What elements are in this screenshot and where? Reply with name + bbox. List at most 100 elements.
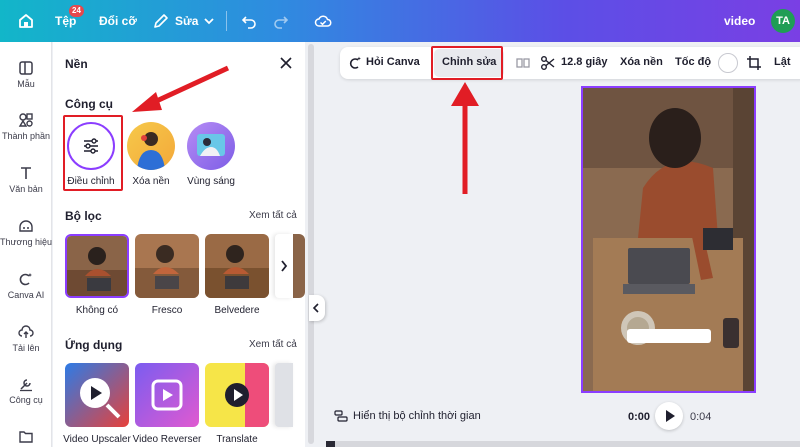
rail-item-elements[interactable]: Thành phần [0, 112, 52, 141]
brand-icon [19, 220, 33, 232]
rail-label: Thương hiệu [0, 237, 52, 247]
left-rail: Mẫu Thành phần Văn bản Thương hiệu Canva… [0, 42, 52, 447]
rail-label: Thành phần [1, 131, 51, 141]
apps-next-thumb [275, 363, 293, 427]
tool-highlight-thumb [187, 122, 235, 170]
filter-thumbnail [205, 234, 269, 298]
rail-item-canva-ai[interactable]: Canva AI [0, 271, 52, 300]
app-video-reverser[interactable] [135, 363, 199, 427]
highlight-box-edit [431, 46, 503, 80]
close-icon[interactable] [279, 56, 293, 70]
color-swatch[interactable] [718, 53, 738, 73]
elements-icon [18, 113, 33, 127]
filter-label: Không có [75, 305, 119, 316]
rail-label: Tải lên [12, 343, 40, 353]
highlight-box-adjust [63, 115, 123, 191]
app-label: Video Upscaler [63, 434, 131, 445]
upload-icon [18, 325, 34, 338]
pencil-icon [154, 14, 168, 28]
redo-icon[interactable] [272, 12, 290, 30]
person-photo-icon [137, 132, 165, 170]
video-reverser-thumbnail [135, 363, 199, 427]
video-canvas[interactable] [581, 86, 756, 393]
annotation-arrow-icon [451, 82, 479, 194]
tool-remove-bg-thumb [127, 122, 175, 170]
project-title[interactable]: video [724, 14, 755, 28]
filters-section-title: Bộ lọc [65, 209, 102, 223]
cloud-saved-icon[interactable] [314, 12, 332, 30]
filters-scroll-right-button[interactable] [275, 234, 293, 298]
context-toolbar: Hỏi Canva Chỉnh sửa 12.8 giây Xóa nền Tố… [340, 47, 800, 79]
collapse-panel-button[interactable] [309, 295, 325, 321]
play-button[interactable] [655, 402, 683, 430]
translate-thumbnail [205, 363, 269, 427]
tools-icon [20, 379, 32, 392]
filter-none[interactable] [65, 234, 129, 298]
canva-ai-icon [19, 273, 32, 286]
tool-label: Xóa nền [132, 176, 170, 187]
speed-button[interactable]: Tốc độ [675, 56, 711, 68]
filter-thumbnail [135, 234, 199, 298]
rail-item-tools[interactable]: Công cụ [0, 376, 52, 405]
app-label: Video Reverser [132, 434, 202, 445]
rail-item-projects[interactable] [0, 428, 52, 444]
filter-thumbnail [67, 236, 127, 296]
rail-item-templates[interactable]: Mẫu [0, 60, 52, 89]
video-upscaler-thumbnail [65, 363, 129, 427]
folder-icon [19, 431, 33, 443]
total-time: 0:04 [690, 411, 712, 423]
apps-see-all-link[interactable]: Xem tất cả [249, 339, 297, 350]
apps-section-title: Ứng dụng [65, 338, 123, 352]
text-icon [21, 167, 31, 179]
resize-menu[interactable]: Đổi cỡ [99, 14, 137, 28]
playback-progress-fill [326, 441, 336, 447]
highlight-photo-icon [197, 134, 225, 156]
rail-label: Mẫu [17, 79, 35, 89]
chevron-left-icon [312, 303, 319, 313]
canva-ai-icon [349, 56, 361, 69]
remove-background-button[interactable]: Xóa nền [620, 56, 663, 68]
filter-label: Fresco [151, 305, 183, 316]
crop-icon[interactable] [746, 55, 762, 71]
home-icon[interactable] [17, 12, 35, 30]
filter-belvedere[interactable] [205, 234, 269, 298]
tools-section-title: Công cụ [65, 97, 113, 111]
panel-title: Nền [65, 57, 88, 71]
filter-fresco[interactable] [135, 234, 199, 298]
current-time: 0:00 [628, 411, 651, 423]
undo-icon[interactable] [240, 12, 258, 30]
panel-scrollbar[interactable] [308, 44, 314, 444]
rail-label: Công cụ [9, 395, 43, 405]
toolbar-divider [226, 11, 227, 31]
rail-item-brand[interactable]: Thương hiệu [0, 218, 52, 247]
tool-remove-background[interactable]: Xóa nền [121, 122, 181, 187]
tool-label: Vùng sáng [187, 176, 235, 187]
rail-label: Văn bản [9, 184, 43, 194]
scissors-icon[interactable] [540, 55, 556, 71]
rail-label: Canva AI [7, 290, 45, 300]
video-frame-image [583, 88, 754, 391]
filters-see-all-link[interactable]: Xem tất cả [249, 210, 297, 221]
avatar[interactable]: TA [771, 9, 795, 33]
notification-badge: 24 [69, 5, 84, 17]
show-timeline-toggle[interactable]: Hiển thị bộ chỉnh thời gian [353, 410, 481, 422]
app-video-upscaler[interactable] [65, 363, 129, 427]
top-bar: Tệp 24 Đổi cỡ Sửa video TA [0, 0, 800, 42]
ask-canva-button[interactable]: Hỏi Canva [366, 56, 420, 68]
tool-highlight[interactable]: Vùng sáng [181, 122, 241, 187]
annotation-arrow-icon [132, 65, 230, 112]
edit-menu[interactable]: Sửa [175, 14, 198, 28]
rail-item-uploads[interactable]: Tải lên [0, 324, 52, 353]
rail-item-text[interactable]: Văn bản [0, 165, 52, 194]
chevron-down-icon[interactable] [200, 12, 218, 30]
chevron-right-icon [281, 260, 288, 272]
template-icon [19, 61, 33, 75]
playback-progress-track[interactable] [326, 441, 800, 447]
flip-button[interactable]: Lật [774, 56, 791, 68]
app-translate[interactable] [205, 363, 269, 427]
filter-label: Belvedere [214, 305, 260, 316]
play-icon [666, 410, 675, 422]
split-icon[interactable] [516, 56, 530, 70]
duration-button[interactable]: 12.8 giây [561, 56, 607, 68]
timeline-icon [334, 410, 348, 422]
